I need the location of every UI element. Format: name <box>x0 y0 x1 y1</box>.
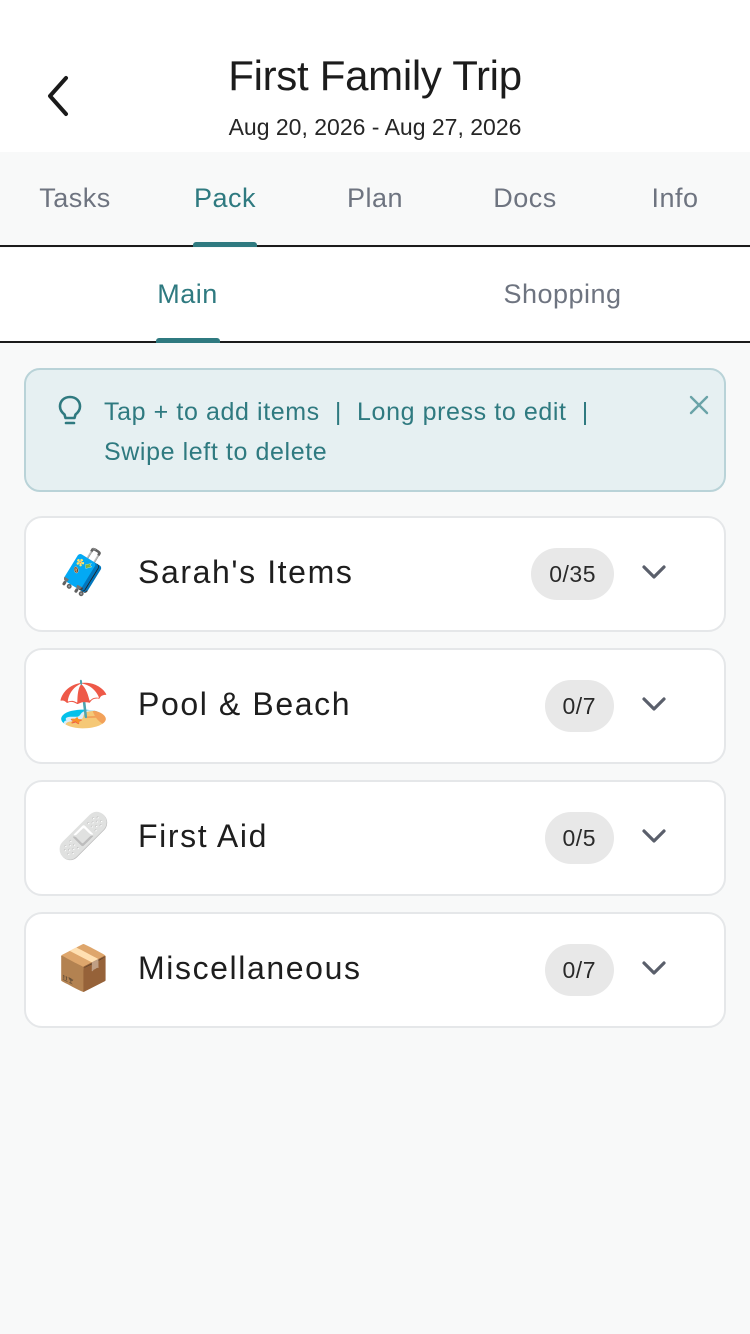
item-count-badge: 0/7 <box>544 680 614 732</box>
tab-label: Info <box>651 183 699 213</box>
tab-label: Pack <box>193 183 257 213</box>
tab-docs[interactable]: Docs <box>450 152 600 245</box>
category-name: Sarah's Items <box>138 554 354 590</box>
beach-icon: 🏖️ <box>56 680 111 729</box>
item-count-badge: 0/35 <box>531 548 614 600</box>
subtab-shopping[interactable]: Shopping <box>375 248 750 341</box>
category-name: Miscellaneous <box>138 950 362 986</box>
category-name: First Aid <box>138 818 268 854</box>
hint-banner: Tap + to add items | Long press to edit … <box>24 368 726 492</box>
hint-line-1: Tap + to add items | Long press to edit … <box>104 398 589 426</box>
bandage-icon: 🩹 <box>56 812 111 861</box>
sub-tabs: Main Shopping <box>0 248 750 343</box>
tab-label: Docs <box>493 183 557 213</box>
header: First Family Trip Aug 20, 2026 - Aug 27,… <box>0 0 750 152</box>
tab-label: Tasks <box>39 183 111 213</box>
close-icon[interactable] <box>686 392 712 418</box>
tab-info[interactable]: Info <box>600 152 750 245</box>
tab-label: Plan <box>346 183 404 213</box>
chevron-down-icon[interactable] <box>640 958 668 978</box>
category-card-pool-beach[interactable]: 🏖️ Pool & Beach 0/7 <box>24 648 726 764</box>
subtab-main[interactable]: Main <box>0 248 375 343</box>
chevron-down-icon[interactable] <box>640 562 668 582</box>
category-name: Pool & Beach <box>138 686 352 722</box>
chevron-down-icon[interactable] <box>640 826 668 846</box>
trip-dates: Aug 20, 2026 - Aug 27, 2026 <box>228 114 522 140</box>
hint-text: Tap + to add items | Long press to edit … <box>104 392 664 472</box>
category-card-miscellaneous[interactable]: 📦 Miscellaneous 0/7 <box>24 912 726 1028</box>
chevron-down-icon[interactable] <box>640 694 668 714</box>
tab-tasks[interactable]: Tasks <box>0 152 150 245</box>
item-count-badge: 0/7 <box>544 944 614 996</box>
tab-pack[interactable]: Pack <box>150 152 300 247</box>
category-card-first-aid[interactable]: 🩹 First Aid 0/5 <box>24 780 726 896</box>
category-card-sarahs-items[interactable]: 🧳 Sarah's Items 0/35 <box>24 516 726 632</box>
lightbulb-icon <box>58 395 82 425</box>
package-icon: 📦 <box>56 944 111 993</box>
hint-line-2: Swipe left to delete <box>104 438 328 466</box>
item-count-badge: 0/5 <box>544 812 614 864</box>
active-subtab-indicator <box>155 338 220 343</box>
app-screen: First Family Trip Aug 20, 2026 - Aug 27,… <box>0 0 750 1334</box>
active-tab-indicator <box>193 242 257 247</box>
luggage-icon: 🧳 <box>56 548 111 597</box>
tab-plan[interactable]: Plan <box>300 152 450 245</box>
page-title: First Family Trip <box>228 52 522 99</box>
subtab-label: Main <box>157 279 218 309</box>
subtab-label: Shopping <box>503 279 622 309</box>
main-tabs: Tasks Pack Plan Docs Info <box>0 152 750 247</box>
